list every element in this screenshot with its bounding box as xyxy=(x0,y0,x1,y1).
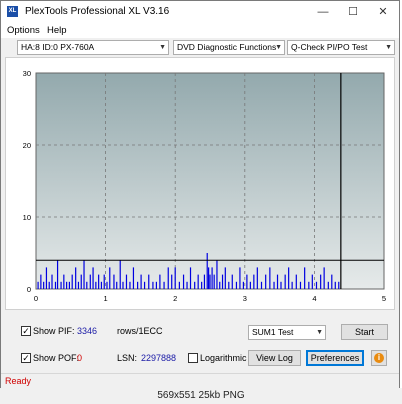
drive-select[interactable]: HA:8 ID:0 PX-760A ▼ xyxy=(17,40,169,55)
chart-panel: 0 1 2 3 4 5 0 10 20 30 xyxy=(5,57,395,310)
y-tick-label: 0 xyxy=(27,285,31,294)
status-bar: Ready xyxy=(1,373,399,388)
show-pif-label: Show PIF: xyxy=(33,326,75,336)
chevron-down-icon: ▼ xyxy=(316,329,323,336)
logarithmic-checkbox[interactable] xyxy=(188,353,198,363)
status-text: Ready xyxy=(5,376,32,386)
preferences-button[interactable]: Preferences xyxy=(306,350,364,366)
y-tick-label: 20 xyxy=(23,141,31,150)
plot-area xyxy=(35,72,385,290)
title-bar[interactable]: XL PlexTools Professional XL V3.16 — ☐ ✕ xyxy=(1,1,399,23)
x-tick-label: 4 xyxy=(312,294,316,303)
pi-po-chart: 0 1 2 3 4 5 0 10 20 30 xyxy=(23,69,386,303)
menu-help[interactable]: Help xyxy=(47,25,67,36)
view-log-button[interactable]: View Log xyxy=(248,350,301,366)
info-icon: i xyxy=(374,353,384,363)
x-tick-label: 5 xyxy=(382,294,386,303)
x-tick-label: 2 xyxy=(173,294,177,303)
test-select-value: Q-Check PI/PO Test xyxy=(291,42,368,52)
close-button[interactable]: ✕ xyxy=(373,4,393,20)
show-pof-label: Show POF: xyxy=(33,353,80,363)
app-window: XL PlexTools Professional XL V3.16 — ☐ ✕… xyxy=(0,0,400,388)
lsn-label: LSN: xyxy=(117,353,138,363)
y-tick-label: 10 xyxy=(23,213,31,222)
pif-unit: rows/1ECC xyxy=(117,326,163,336)
menu-options[interactable]: Options xyxy=(7,25,40,36)
chevron-down-icon: ▼ xyxy=(385,44,392,51)
window-title: PlexTools Professional XL V3.16 xyxy=(25,6,170,17)
x-tick-label: 3 xyxy=(243,294,247,303)
menu-bar: Options Help xyxy=(1,23,399,38)
image-caption: 569x551 25kb PNG xyxy=(0,388,402,404)
maximize-button[interactable]: ☐ xyxy=(343,4,363,20)
function-select-value: DVD Diagnostic Functions xyxy=(177,42,277,52)
sum-test-select-value: SUM1 Test xyxy=(252,327,294,337)
function-select[interactable]: DVD Diagnostic Functions ▼ xyxy=(173,40,285,55)
app-icon: XL xyxy=(7,6,18,17)
chevron-down-icon: ▼ xyxy=(275,44,282,51)
pif-value: 3346 xyxy=(77,326,98,336)
show-pof-checkbox[interactable]: ✓ xyxy=(21,353,31,363)
y-tick-label: 30 xyxy=(23,69,31,78)
x-tick-label: 0 xyxy=(34,294,38,303)
logarithmic-label: Logarithmic xyxy=(200,353,247,363)
lsn-value: 2297888 xyxy=(141,353,177,363)
start-button[interactable]: Start xyxy=(341,324,388,340)
pof-value: 0 xyxy=(77,353,83,363)
show-pif-checkbox[interactable]: ✓ xyxy=(21,326,31,336)
x-tick-label: 1 xyxy=(104,294,108,303)
test-select[interactable]: Q-Check PI/PO Test ▼ xyxy=(287,40,395,55)
info-button[interactable]: i xyxy=(371,350,387,366)
drive-select-value: HA:8 ID:0 PX-760A xyxy=(21,42,95,52)
minimize-button[interactable]: — xyxy=(313,4,333,20)
chevron-down-icon: ▼ xyxy=(159,44,166,51)
sum-test-select[interactable]: SUM1 Test ▼ xyxy=(248,325,326,340)
